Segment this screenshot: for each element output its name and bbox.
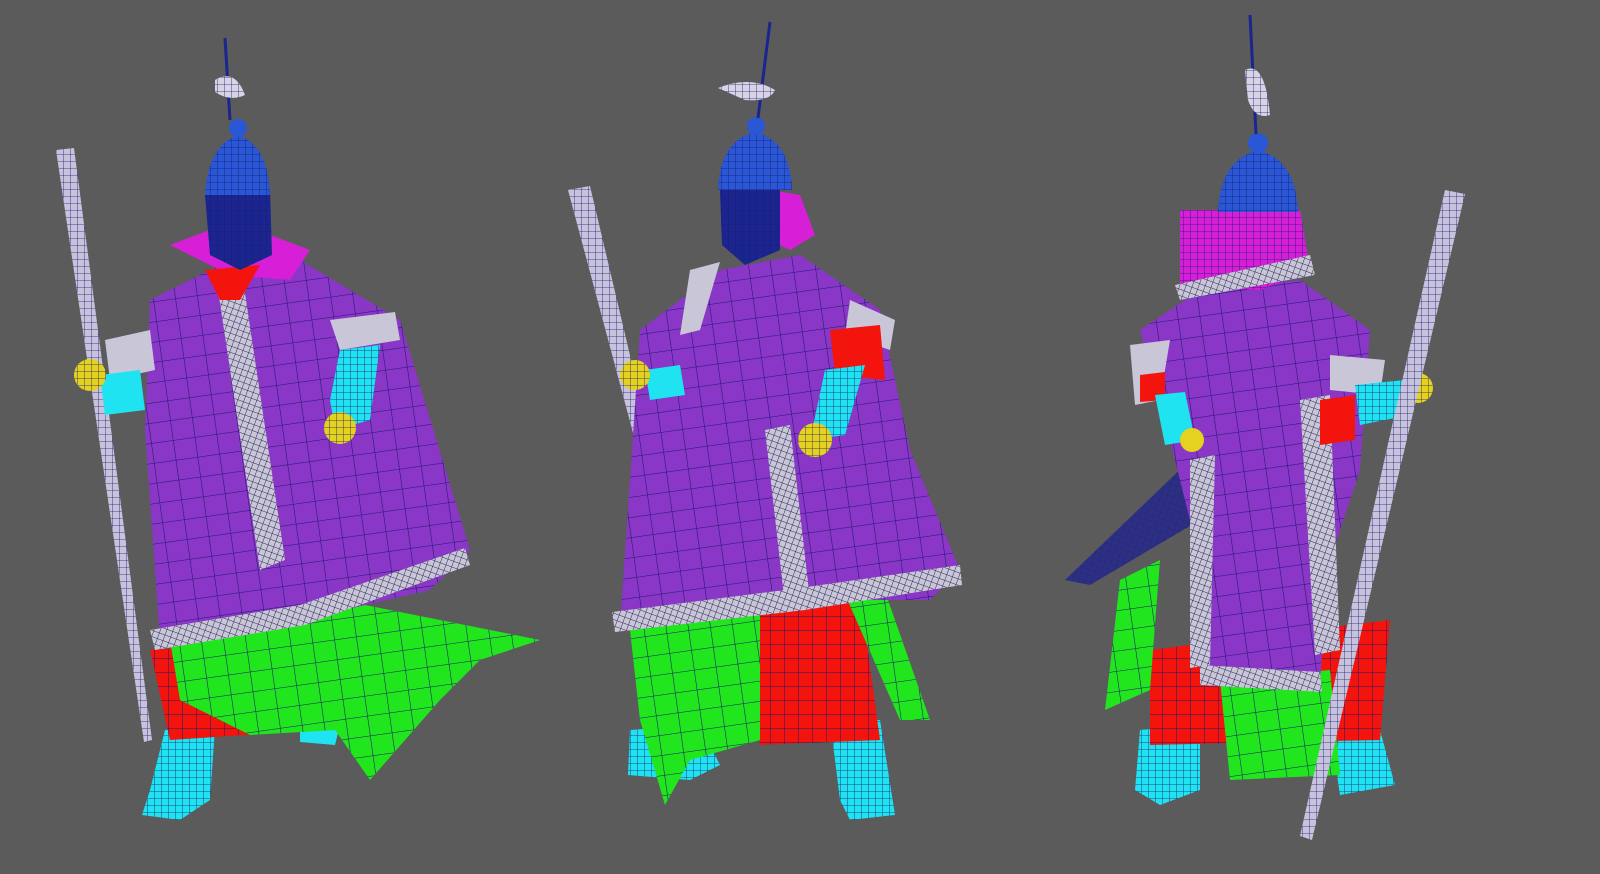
wireframe-render: [56, 14, 1465, 840]
warrior-figure-back: [1065, 14, 1465, 840]
warrior-figure-front-right: [568, 21, 962, 820]
warrior-figure-front-left: [56, 37, 540, 820]
3d-viewport[interactable]: [0, 0, 1600, 874]
spear-1: [56, 148, 152, 742]
